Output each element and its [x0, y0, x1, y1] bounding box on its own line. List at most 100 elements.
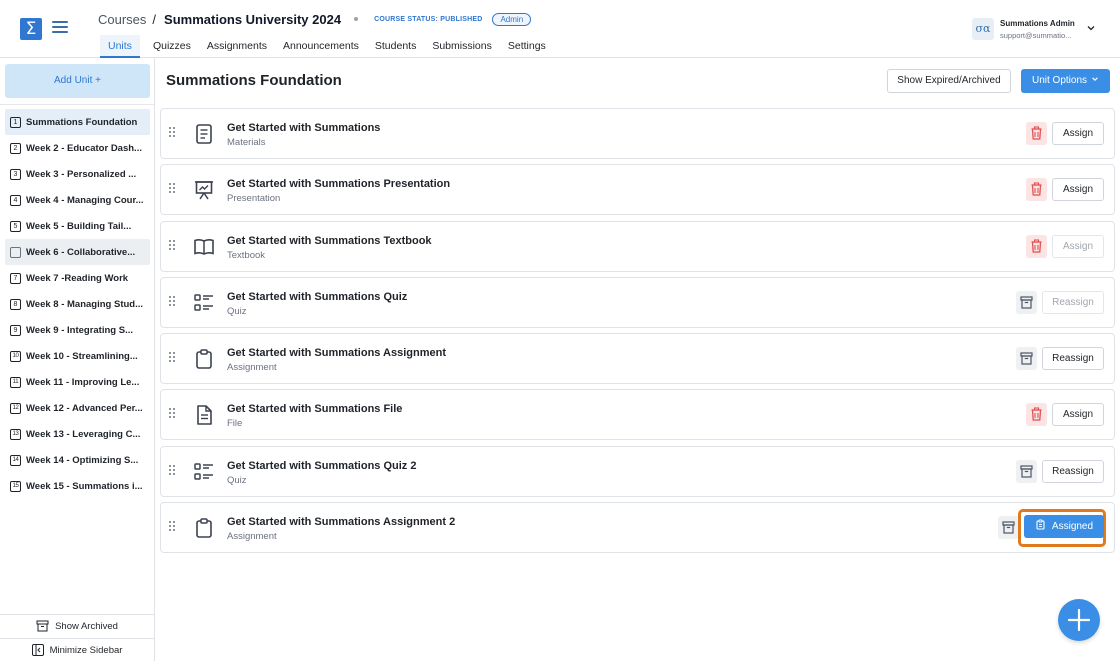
- unit-label: Week 9 - Integrating S...: [26, 324, 133, 336]
- archive-icon[interactable]: [998, 516, 1019, 540]
- reassign-button[interactable]: Reassign: [1042, 290, 1104, 314]
- sidebar-unit-item[interactable]: 9 Week 9 - Integrating S...: [5, 317, 150, 343]
- unit-item-row[interactable]: Get Started with Summations Assignment As…: [160, 333, 1115, 385]
- item-title[interactable]: Get Started with Summations Presentation: [227, 178, 450, 190]
- unit-label: Week 11 - Improving Le...: [26, 376, 140, 388]
- assign-button[interactable]: Assign: [1052, 403, 1104, 427]
- document-icon: [193, 123, 215, 145]
- tab-submissions[interactable]: Submissions: [432, 35, 492, 58]
- unit-item-row[interactable]: Get Started with Summations Materials Assi…: [160, 108, 1115, 159]
- breadcrumb-courses-link[interactable]: Courses: [98, 12, 146, 27]
- chevron-down-icon[interactable]: [1086, 23, 1096, 33]
- tab-units[interactable]: Units: [100, 35, 140, 58]
- drag-handle-icon[interactable]: [169, 239, 177, 252]
- unit-label: Summations Foundation: [26, 116, 138, 128]
- archive-icon[interactable]: [1016, 290, 1037, 314]
- drag-handle-icon[interactable]: [169, 521, 177, 533]
- assign-button[interactable]: Assign: [1052, 178, 1104, 202]
- delete-trash-icon[interactable]: [1026, 234, 1047, 258]
- unit-number: 14: [10, 454, 21, 466]
- delete-trash-icon[interactable]: [1026, 178, 1047, 202]
- item-type: File: [227, 418, 243, 430]
- sidebar-unit-item[interactable]: 10 Week 10 - Streamlining...: [5, 343, 150, 369]
- sigma-logo-icon[interactable]: Σ: [20, 18, 42, 40]
- unit-options-button[interactable]: Unit Options: [1021, 69, 1110, 93]
- item-title[interactable]: Get Started with Summations: [227, 122, 380, 134]
- unit-item-row[interactable]: Get Started with Summations Quiz 2 Quiz Re…: [160, 445, 1115, 497]
- assign-button[interactable]: Assign: [1052, 122, 1104, 145]
- item-title[interactable]: Get Started with Summations File: [227, 403, 402, 415]
- unit-checkbox[interactable]: [10, 246, 21, 258]
- tab-students[interactable]: Students: [375, 35, 416, 58]
- file-icon: [193, 404, 215, 426]
- user-menu[interactable]: σα Summations Admin support@summatio...: [972, 17, 1095, 41]
- unit-number: 13: [10, 428, 21, 440]
- unit-number: 7: [10, 272, 21, 284]
- tab-quizzes[interactable]: Quizzes: [153, 35, 191, 58]
- drag-handle-icon[interactable]: [169, 183, 177, 195]
- item-title[interactable]: Get Started with Summations Quiz 2: [227, 460, 416, 472]
- hamburger-menu-icon[interactable]: [52, 21, 68, 37]
- sidebar-unit-item[interactable]: 15 Week 15 - Summations i...: [5, 473, 150, 499]
- sidebar-unit-item[interactable]: Week 6 - Collaborative...: [5, 239, 150, 265]
- sidebar-unit-item[interactable]: 14 Week 14 - Optimizing S...: [5, 447, 150, 473]
- minimize-sidebar-button[interactable]: Minimize Sidebar: [0, 638, 154, 661]
- unit-item-row[interactable]: Get Started with Summations Quiz Quiz Reas…: [160, 276, 1115, 328]
- units-sidebar: Add Unit + 1 Summations Foundation 2 Week 2…: [0, 58, 155, 661]
- assign-button[interactable]: Assign: [1052, 234, 1104, 258]
- assigned-label: Assigned: [1051, 521, 1094, 533]
- tab-settings[interactable]: Settings: [508, 35, 546, 58]
- item-title[interactable]: Get Started with Summations Assignment 2: [227, 516, 455, 528]
- unit-number: 9: [10, 324, 21, 336]
- unit-item-row[interactable]: Get Started with Summations Assignment 2…: [160, 502, 1115, 554]
- tab-assignments[interactable]: Assignments: [207, 35, 267, 58]
- drag-handle-icon[interactable]: [169, 352, 177, 364]
- drag-handle-icon[interactable]: [169, 408, 177, 420]
- sidebar-unit-item[interactable]: 11 Week 11 - Improving Le...: [5, 369, 150, 395]
- drag-handle-icon[interactable]: [169, 464, 177, 477]
- unit-item-row[interactable]: Get Started with Summations Textbook Text…: [160, 220, 1115, 272]
- unit-number: 10: [10, 350, 21, 362]
- tab-announcements[interactable]: Announcements: [283, 35, 359, 58]
- sidebar-collapse-icon: [31, 644, 44, 656]
- archive-icon[interactable]: [1016, 459, 1037, 483]
- chevron-down-icon: [1092, 77, 1098, 81]
- reassign-button[interactable]: Reassign: [1042, 347, 1104, 371]
- book-icon: [193, 236, 215, 258]
- add-item-fab-button[interactable]: [1058, 599, 1100, 641]
- unit-label: Week 8 - Managing Stud...: [26, 298, 144, 310]
- sidebar-unit-item[interactable]: 5 Week 5 - Building Tail...: [5, 213, 150, 239]
- unit-item-row[interactable]: Get Started with Summations Presentation…: [160, 164, 1115, 216]
- unit-item-row[interactable]: Get Started with Summations File File Assi…: [160, 389, 1115, 441]
- sidebar-unit-item[interactable]: 12 Week 12 - Advanced Per...: [5, 395, 150, 421]
- unit-number: 1: [10, 116, 21, 128]
- user-name: Summations Admin: [1000, 18, 1075, 28]
- clipboard-icon: [193, 517, 215, 539]
- item-type: Presentation: [227, 193, 281, 205]
- sidebar-unit-item[interactable]: 1 Summations Foundation: [5, 109, 150, 135]
- delete-trash-icon[interactable]: [1026, 122, 1047, 145]
- sidebar-unit-item[interactable]: 4 Week 4 - Managing Cour...: [5, 187, 150, 213]
- delete-trash-icon[interactable]: [1026, 403, 1047, 427]
- unit-number: 5: [10, 220, 21, 232]
- reassign-button[interactable]: Reassign: [1042, 459, 1104, 483]
- show-expired-archived-button[interactable]: Show Expired/Archived: [887, 69, 1011, 93]
- sidebar-unit-item[interactable]: 3 Week 3 - Personalized ...: [5, 161, 150, 187]
- show-archived-button[interactable]: Show Archived: [0, 614, 154, 637]
- item-title[interactable]: Get Started with Summations Quiz: [227, 291, 407, 303]
- drag-handle-icon[interactable]: [169, 127, 177, 139]
- assigned-button[interactable]: Assigned: [1024, 515, 1104, 539]
- sidebar-unit-item[interactable]: 13 Week 13 - Leveraging C...: [5, 421, 150, 447]
- sidebar-unit-item[interactable]: 2 Week 2 - Educator Dash...: [5, 135, 150, 161]
- add-unit-button[interactable]: Add Unit +: [5, 64, 150, 98]
- drag-handle-icon[interactable]: [169, 295, 177, 308]
- item-type: Textbook: [227, 249, 266, 261]
- item-type: Materials: [227, 137, 266, 148]
- item-title[interactable]: Get Started with Summations Assignment: [227, 347, 446, 359]
- archive-icon[interactable]: [1016, 347, 1037, 371]
- item-title[interactable]: Get Started with Summations Textbook: [227, 235, 432, 247]
- sidebar-unit-item[interactable]: 7 Week 7 -Reading Work: [5, 265, 150, 291]
- item-type: Quiz: [227, 305, 247, 317]
- avatar: σα: [972, 18, 994, 40]
- sidebar-unit-item[interactable]: 8 Week 8 - Managing Stud...: [5, 291, 150, 317]
